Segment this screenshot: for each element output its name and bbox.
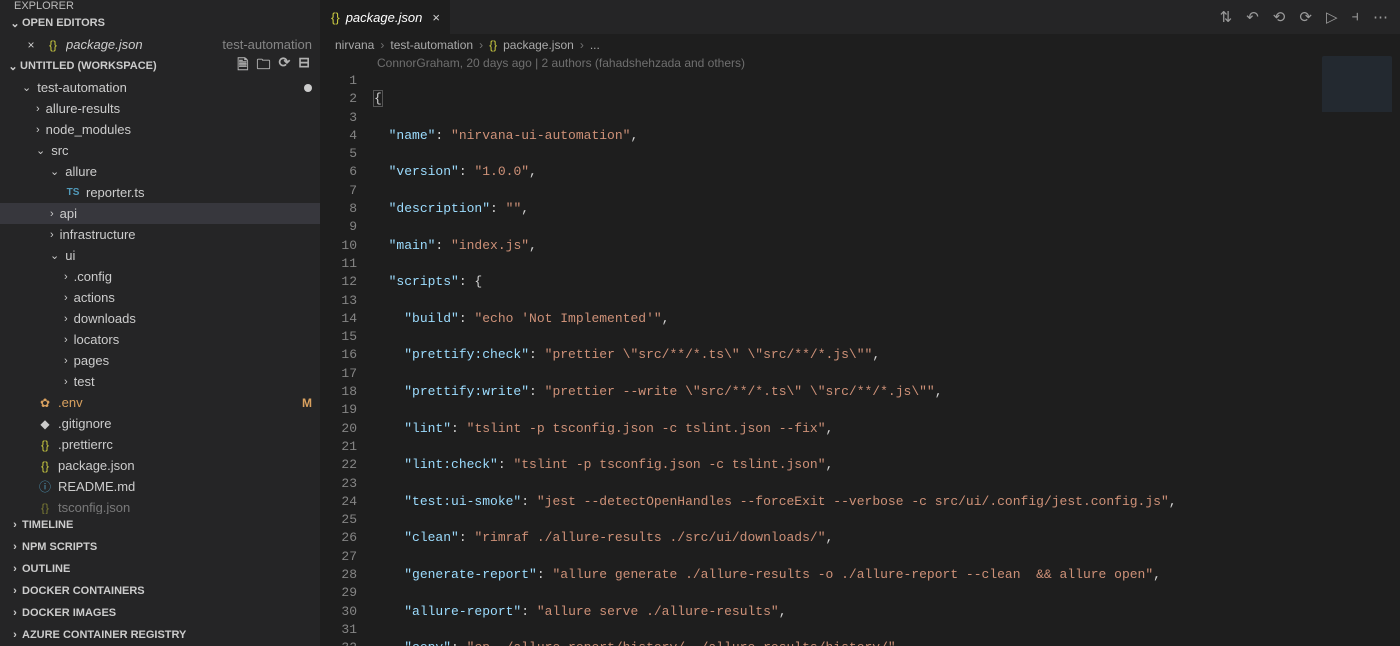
folder-actions[interactable]: ›actions <box>0 287 320 308</box>
folder-allure-results[interactable]: ›allure-results <box>0 98 320 119</box>
folder-downloads[interactable]: ›downloads <box>0 308 320 329</box>
folder-src[interactable]: ⌄src <box>0 140 320 161</box>
chevron-right-icon: › <box>36 124 40 136</box>
file-package-json[interactable]: {}package.json <box>0 455 320 476</box>
breadcrumb-item[interactable]: nirvana <box>335 38 374 52</box>
modified-dot-icon <box>304 84 312 92</box>
tab-package-json[interactable]: {} package.json × <box>321 0 451 34</box>
chevron-right-icon: › <box>8 629 22 641</box>
folder-allure[interactable]: ⌄allure <box>0 161 320 182</box>
chevron-right-icon: › <box>64 334 68 346</box>
docker-images-header[interactable]: ›DOCKER IMAGES <box>0 602 320 624</box>
chevron-right-icon: › <box>64 313 68 325</box>
folder-node-modules[interactable]: ›node_modules <box>0 119 320 140</box>
file-tree: ⌄test-automation ›allure-results ›node_m… <box>0 77 320 514</box>
explorer-title: EXPLORER <box>0 0 320 12</box>
timeline-header[interactable]: ›TIMELINE <box>0 514 320 536</box>
close-icon[interactable]: × <box>432 10 440 25</box>
file-readme[interactable]: ⓘREADME.md <box>0 476 320 497</box>
file-tsconfig[interactable]: {}tsconfig.json <box>0 497 320 514</box>
json-file-icon: {} <box>44 38 62 52</box>
more-icon[interactable]: ⋯ <box>1373 8 1388 26</box>
open-editor-folder: test-automation <box>222 37 312 52</box>
folder-pages[interactable]: ›pages <box>0 350 320 371</box>
chevron-down-icon: ⌄ <box>50 249 59 262</box>
json-file-icon: {} <box>36 459 54 473</box>
chevron-right-icon: › <box>64 271 68 283</box>
workspace-label: UNTITLED (WORKSPACE) <box>20 60 157 72</box>
compare-icon[interactable]: ⇅ <box>1220 8 1233 26</box>
new-file-icon[interactable]: 🗎 <box>237 54 248 78</box>
run-icon[interactable]: ▷ <box>1326 8 1338 26</box>
breadcrumb-item[interactable]: test-automation <box>390 38 473 52</box>
minimap[interactable] <box>1322 56 1392 136</box>
folder-locators[interactable]: ›locators <box>0 329 320 350</box>
chevron-right-icon: › <box>8 519 22 531</box>
open-editor-filename: package.json <box>66 37 143 52</box>
split-editor-icon[interactable]: ⫞ <box>1351 8 1359 26</box>
code-editor[interactable]: { "name": "nirvana-ui-automation", "vers… <box>373 72 1400 646</box>
chevron-down-icon: ⌄ <box>8 17 22 30</box>
chevron-right-icon: › <box>8 607 22 619</box>
chevron-right-icon: › <box>64 355 68 367</box>
next-change-icon[interactable]: ⟳ <box>1299 8 1312 26</box>
editor-area: {} package.json × ⇅ ↶ ⟲ ⟳ ▷ ⫞ ⋯ nirvana›… <box>321 0 1400 646</box>
revert-icon[interactable]: ↶ <box>1246 8 1259 26</box>
folder-ui[interactable]: ⌄ui <box>0 245 320 266</box>
json-file-icon: {} <box>331 10 340 25</box>
open-editors-header[interactable]: ⌄ OPEN EDITORS <box>0 12 320 34</box>
file-icon: ◆ <box>36 417 54 431</box>
breadcrumb-item[interactable]: ... <box>590 38 600 52</box>
explorer-sidebar: EXPLORER ⌄ OPEN EDITORS × {} package.jso… <box>0 0 321 646</box>
file-reporter-ts[interactable]: TSreporter.ts <box>0 182 320 203</box>
collapse-all-icon[interactable]: ⊟ <box>298 54 310 78</box>
chevron-down-icon: ⌄ <box>6 60 20 73</box>
workspace-header[interactable]: ⌄ UNTITLED (WORKSPACE) 🗎 🗀 ⟳ ⊟ <box>0 55 320 77</box>
refresh-icon[interactable]: ⟳ <box>279 54 291 78</box>
docker-containers-header[interactable]: ›DOCKER CONTAINERS <box>0 580 320 602</box>
ts-file-icon: TS <box>64 187 82 198</box>
gear-icon: ✿ <box>36 396 54 410</box>
close-icon[interactable]: × <box>22 38 40 52</box>
tab-label: package.json <box>346 10 423 25</box>
line-number-gutter: 1234 5678 9101112 13141516 17181920 2122… <box>321 72 373 646</box>
tab-bar: {} package.json × ⇅ ↶ ⟲ ⟳ ▷ ⫞ ⋯ <box>321 0 1400 34</box>
folder-infrastructure[interactable]: ›infrastructure <box>0 224 320 245</box>
chevron-right-icon: › <box>50 229 54 241</box>
chevron-right-icon: › <box>64 292 68 304</box>
folder-test-automation[interactable]: ⌄test-automation <box>0 77 320 98</box>
chevron-down-icon: ⌄ <box>36 144 45 157</box>
breadcrumb-item[interactable]: package.json <box>503 38 574 52</box>
folder-test[interactable]: ›test <box>0 371 320 392</box>
folder-config[interactable]: ›.config <box>0 266 320 287</box>
prev-change-icon[interactable]: ⟲ <box>1273 8 1286 26</box>
file-gitignore[interactable]: ◆.gitignore <box>0 413 320 434</box>
outline-header[interactable]: ›OUTLINE <box>0 558 320 580</box>
file-env[interactable]: ✿.envM <box>0 392 320 413</box>
chevron-right-icon: › <box>36 103 40 115</box>
chevron-right-icon: › <box>8 563 22 575</box>
chevron-down-icon: ⌄ <box>22 81 31 94</box>
json-file-icon: {} <box>36 501 54 515</box>
info-icon: ⓘ <box>36 478 54 495</box>
chevron-right-icon: › <box>64 376 68 388</box>
chevron-right-icon: › <box>50 208 54 220</box>
json-file-icon: {} <box>489 38 497 52</box>
chevron-right-icon: › <box>8 541 22 553</box>
open-editors-label: OPEN EDITORS <box>22 17 105 29</box>
json-file-icon: {} <box>36 438 54 452</box>
new-folder-icon[interactable]: 🗀 <box>257 54 271 78</box>
chevron-right-icon: › <box>8 585 22 597</box>
modified-badge: M <box>302 396 312 410</box>
folder-api[interactable]: ›api <box>0 203 320 224</box>
npm-scripts-header[interactable]: ›NPM SCRIPTS <box>0 536 320 558</box>
gitlens-blame: ConnorGraham, 20 days ago | 2 authors (f… <box>321 56 1400 72</box>
open-editor-item[interactable]: × {} package.json test-automation <box>0 34 320 55</box>
file-prettierrc[interactable]: {}.prettierrc <box>0 434 320 455</box>
chevron-down-icon: ⌄ <box>50 165 59 178</box>
breadcrumbs[interactable]: nirvana› test-automation› {} package.jso… <box>321 34 1400 56</box>
azure-registry-header[interactable]: ›AZURE CONTAINER REGISTRY <box>0 624 320 646</box>
